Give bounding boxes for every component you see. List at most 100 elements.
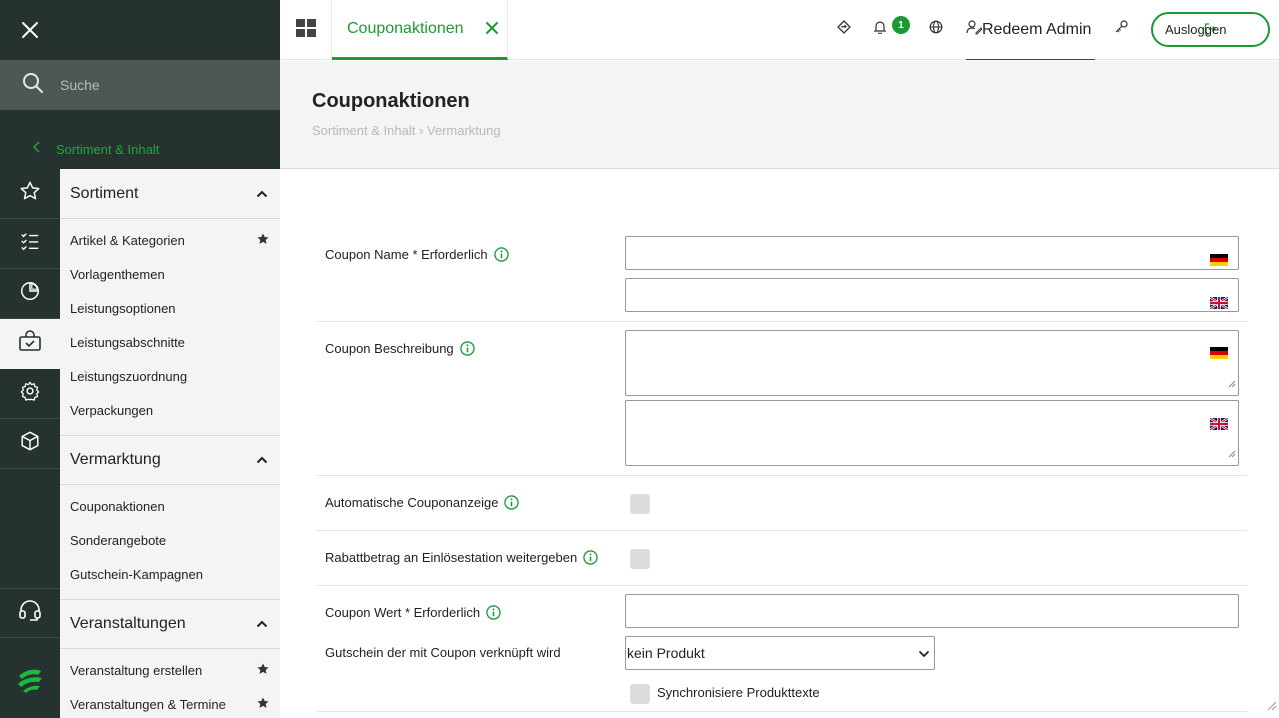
linked-voucher-label: Gutschein der mit Coupon verknüpft wird bbox=[325, 645, 561, 660]
pie-chart-icon bbox=[19, 280, 41, 307]
brand-logo bbox=[0, 658, 60, 706]
star-filled-icon[interactable] bbox=[256, 232, 270, 249]
sidebar-item-label: Sonderangebote bbox=[70, 532, 167, 548]
field-label: Coupon Beschreibung bbox=[325, 341, 454, 356]
german-flag-icon bbox=[1210, 254, 1228, 266]
close-tab-icon[interactable] bbox=[485, 21, 499, 40]
sidebar-item-vorlagenthemen[interactable]: Vorlagenthemen bbox=[60, 257, 280, 291]
info-icon[interactable] bbox=[504, 495, 520, 510]
sidebar-item-label: Artikel & Kategorien bbox=[70, 232, 185, 248]
key-icon bbox=[1114, 19, 1129, 39]
sidebar-subnav: Sortiment Artikel & Kategorien Vorlagent… bbox=[60, 169, 280, 718]
sync-texts-checkbox[interactable] bbox=[630, 684, 650, 704]
field-label: Coupon Name * Erforderlich bbox=[325, 247, 488, 262]
support-button[interactable] bbox=[0, 588, 60, 638]
chevron-left-icon bbox=[32, 140, 40, 158]
nav-group-veranstaltungen[interactable]: Veranstaltungen bbox=[60, 599, 280, 649]
tab-couponaktionen[interactable]: Couponaktionen bbox=[332, 0, 508, 60]
app-grid-button[interactable] bbox=[280, 0, 332, 60]
uk-flag-icon bbox=[1209, 417, 1229, 431]
star-filled-icon[interactable] bbox=[256, 696, 270, 713]
logout-label: Ausloggen bbox=[1165, 22, 1227, 37]
rail-item-modules[interactable] bbox=[0, 419, 60, 469]
sidebar-item-gutschein-kampagnen[interactable]: Gutschein-Kampagnen bbox=[60, 557, 280, 591]
form-row-coupon-value: Coupon Wert * Erforderlich Gutschein der… bbox=[317, 586, 1247, 712]
bag-icon bbox=[18, 330, 42, 357]
field-label: Rabattbetrag an Einlösestation weitergeb… bbox=[325, 550, 578, 565]
sidebar-item-label: Leistungsoptionen bbox=[70, 300, 176, 316]
user-edit-icon bbox=[966, 19, 983, 40]
linked-voucher-select[interactable]: kein Produkt bbox=[625, 636, 935, 670]
sidebar-item-leistungszuordnung[interactable]: Leistungszuordnung bbox=[60, 359, 280, 393]
tab-label: Couponaktionen bbox=[347, 19, 464, 37]
coupon-name-de-input[interactable] bbox=[625, 236, 1239, 270]
auto-display-checkbox[interactable] bbox=[630, 494, 650, 514]
user-name: Redeem Admin bbox=[982, 20, 1092, 38]
window-resize-icon[interactable] bbox=[1267, 698, 1277, 716]
rail-item-favorites[interactable] bbox=[0, 169, 60, 219]
star-filled-icon[interactable] bbox=[256, 662, 270, 679]
sidebar-item-label: Leistungsabschnitte bbox=[70, 334, 185, 350]
sidebar-item-sonderangebote[interactable]: Sonderangebote bbox=[60, 523, 280, 557]
top-bar: Couponaktionen 1 Redeem Admin Ausloggen bbox=[280, 0, 1279, 60]
info-icon[interactable] bbox=[486, 605, 501, 620]
user-menu[interactable]: Redeem Admin bbox=[966, 0, 1095, 60]
logout-button[interactable]: Ausloggen bbox=[1151, 12, 1270, 47]
coupon-description-en-textarea[interactable] bbox=[625, 400, 1239, 466]
nav-group-title: Veranstaltungen bbox=[70, 615, 186, 632]
resize-handle-icon[interactable] bbox=[1228, 375, 1236, 393]
field-label: Gutschein der mit Coupon verknüpft wird bbox=[325, 645, 561, 660]
nav-group-title: Sortiment bbox=[70, 184, 139, 202]
sidebar-item-veranstaltung-erstellen[interactable]: Veranstaltung erstellen bbox=[60, 653, 280, 687]
notification-badge: 1 bbox=[892, 16, 910, 34]
info-icon[interactable] bbox=[493, 247, 509, 262]
form-row-coupon-description: Coupon Beschreibung bbox=[317, 322, 1247, 476]
star-icon bbox=[19, 180, 41, 207]
sidebar-search[interactable]: Suche bbox=[0, 60, 280, 110]
select-value: kein Produkt bbox=[627, 645, 705, 661]
rail-item-settings[interactable] bbox=[0, 369, 60, 419]
sidebar-item-couponaktionen[interactable]: Couponaktionen bbox=[60, 489, 280, 523]
rail-item-reports[interactable] bbox=[0, 269, 60, 319]
language-button[interactable] bbox=[925, 18, 947, 40]
page-title: Couponaktionen bbox=[312, 90, 470, 112]
field-label: Synchronisiere Produkttexte bbox=[657, 685, 820, 700]
sidebar-item-label: Vorlagenthemen bbox=[70, 266, 165, 282]
sidebar-back-link[interactable]: Sortiment & Inhalt bbox=[0, 137, 280, 161]
german-flag-icon bbox=[1210, 347, 1228, 359]
sidebar-item-label: Verpackungen bbox=[70, 402, 154, 418]
notifications-button[interactable] bbox=[869, 18, 891, 40]
sidebar-item-leistungsoptionen[interactable]: Leistungsoptionen bbox=[60, 291, 280, 325]
rail-item-assortment[interactable] bbox=[0, 319, 60, 369]
info-icon[interactable] bbox=[459, 341, 475, 356]
sidebar-item-verpackungen[interactable]: Verpackungen bbox=[60, 393, 280, 427]
pass-discount-label: Rabattbetrag an Einlösestation weitergeb… bbox=[325, 550, 598, 565]
cube-icon bbox=[19, 430, 41, 457]
headset-icon bbox=[17, 598, 43, 629]
resize-handle-icon[interactable] bbox=[1228, 445, 1236, 463]
coupon-description-de-textarea[interactable] bbox=[625, 330, 1239, 396]
sidebar-item-veranstaltungen-termine[interactable]: Veranstaltungen & Termine bbox=[60, 687, 280, 718]
coupon-name-en-input[interactable] bbox=[625, 278, 1239, 312]
checklist-icon bbox=[19, 230, 41, 257]
chevron-down-icon bbox=[918, 645, 930, 661]
sidebar-item-artikel-kategorien[interactable]: Artikel & Kategorien bbox=[60, 223, 280, 257]
search-icon bbox=[22, 72, 44, 99]
rail-item-tasks[interactable] bbox=[0, 219, 60, 269]
pass-discount-checkbox[interactable] bbox=[630, 549, 650, 569]
close-icon[interactable] bbox=[19, 19, 41, 41]
directions-button[interactable] bbox=[833, 18, 855, 40]
coupon-value-input[interactable] bbox=[625, 594, 1239, 628]
field-label: Coupon Wert * Erforderlich bbox=[325, 605, 481, 620]
icon-rail bbox=[0, 169, 60, 469]
nav-group-vermarktung[interactable]: Vermarktung bbox=[60, 435, 280, 485]
chevron-up-icon bbox=[256, 185, 268, 203]
info-icon[interactable] bbox=[583, 550, 598, 565]
sidebar-item-label: Gutschein-Kampagnen bbox=[70, 566, 203, 582]
nav-group-sortiment[interactable]: Sortiment bbox=[60, 169, 280, 219]
sidebar-item-label: Leistungszuordnung bbox=[70, 368, 188, 384]
sidebar-back-label: Sortiment & Inhalt bbox=[56, 141, 160, 157]
page-header: Couponaktionen Sortiment & Inhalt › Verm… bbox=[280, 61, 1279, 169]
sidebar-item-leistungsabschnitte[interactable]: Leistungsabschnitte bbox=[60, 325, 280, 359]
password-button[interactable] bbox=[1110, 18, 1132, 40]
